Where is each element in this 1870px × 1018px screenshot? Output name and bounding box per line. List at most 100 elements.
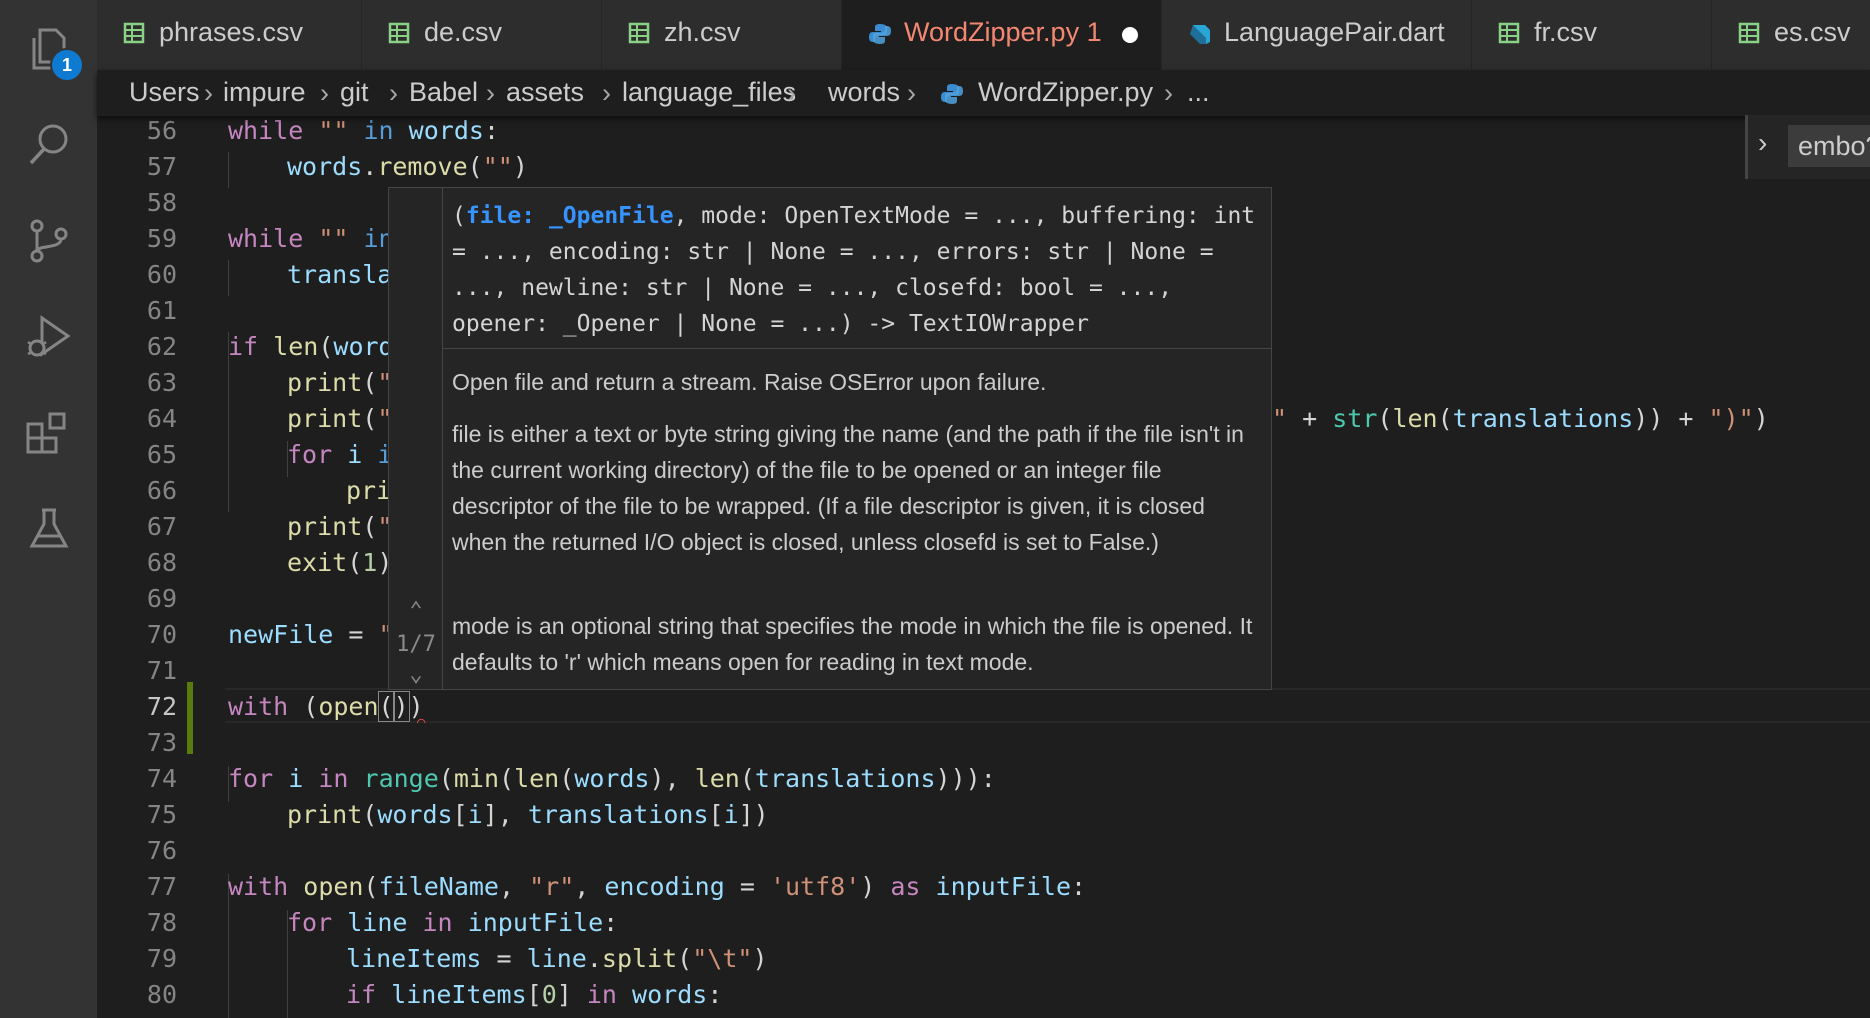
indent-guide [228, 260, 229, 296]
code-line[interactable]: while "" in [228, 224, 394, 253]
code-token: line [347, 908, 408, 937]
code-line[interactable]: print(" [287, 404, 392, 433]
code-token: len [1392, 404, 1438, 433]
code-line[interactable]: print(" [287, 368, 392, 397]
tab-languagepair-dart[interactable]: LanguagePair.dart [1162, 0, 1472, 70]
line-number: 60 [146, 260, 177, 289]
code-token: in [363, 116, 394, 145]
tab-zh-csv[interactable]: zh.csv [602, 0, 842, 70]
line-number: 59 [146, 224, 177, 253]
breadcrumb-item[interactable]: Babel [409, 77, 478, 108]
unsaved-dot-icon[interactable] [1122, 27, 1138, 43]
code-line[interactable]: print(" [287, 512, 392, 541]
code-line[interactable]: if len(word [228, 332, 394, 361]
tab-de-csv[interactable]: de.csv [362, 0, 602, 70]
line-number: 68 [146, 548, 177, 577]
tab-phrases-csv[interactable]: phrases.csv [97, 0, 362, 70]
breadcrumb-item[interactable]: language_files [622, 77, 796, 108]
breadcrumb-item[interactable]: assets [506, 77, 584, 108]
code-line[interactable]: pri [346, 476, 391, 505]
chevron-right-icon: › [602, 78, 611, 108]
code-line[interactable]: lineItems = line.split("\t") [346, 944, 768, 973]
chevron-down-icon[interactable]: ⌄ [389, 662, 443, 687]
code-line[interactable]: for i i [287, 440, 392, 469]
code-token: ))): [935, 764, 996, 793]
chevron-up-icon[interactable]: ⌃ [389, 598, 443, 623]
breadcrumb-item[interactable]: words [828, 77, 900, 108]
code-token: len [694, 764, 740, 793]
dart-icon [1190, 25, 1210, 44]
tab-wordzipper-py[interactable]: WordZipper.py 1 [842, 0, 1162, 70]
code-line[interactable]: newFile = " [228, 620, 394, 649]
indent-guide [228, 152, 229, 188]
code-token: words [408, 116, 484, 145]
code-line[interactable]: for line in inputFile: [287, 908, 618, 937]
tab-es-csv[interactable]: es.csv [1712, 0, 1870, 70]
code-token: in [422, 908, 453, 937]
code-token: = [724, 872, 770, 901]
code-line[interactable]: with open(fileName, "r", encoding = 'utf… [228, 872, 1086, 901]
code-token: + [1287, 404, 1333, 433]
python-icon [869, 24, 891, 44]
code-token: ) [752, 944, 768, 973]
code-token: translations [754, 764, 936, 793]
chevron-right-icon: › [1758, 127, 1768, 158]
tab-fr-csv[interactable]: fr.csv [1472, 0, 1712, 70]
code-token: print [287, 512, 363, 541]
code-line[interactable]: words.remove("") [287, 152, 528, 181]
outline-peek[interactable]: › embo? [1745, 115, 1870, 179]
code-line[interactable]: for i in range(min(len(words), len(trans… [228, 764, 996, 793]
code-token: : [707, 980, 723, 1009]
overload-navigator: ⌃ 1/7 ⌄ [389, 188, 443, 689]
code-token: ( [559, 764, 575, 793]
testing-button[interactable] [0, 480, 97, 576]
explorer-badge: 1 [50, 48, 84, 82]
code-token: "\t" [692, 944, 753, 973]
breadcrumb-item[interactable]: git [340, 77, 369, 108]
chevron-right-icon: › [907, 78, 916, 108]
chevron-right-icon: › [787, 78, 796, 108]
code-token: ( [362, 800, 378, 829]
code-token: lineItems [346, 944, 482, 973]
line-number: 65 [146, 440, 177, 469]
signature-open-paren: ( [452, 203, 466, 229]
line-number: 76 [146, 836, 177, 865]
code-token: ( [739, 764, 755, 793]
code-line[interactable]: print(words[i], translations[i]) [287, 800, 769, 829]
code-token: ( [318, 332, 334, 361]
code-token: words [574, 764, 650, 793]
code-token: ( [288, 692, 319, 721]
parameter-hints-widget[interactable]: ⌃ 1/7 ⌄ (file: _OpenFile, mode: OpenText… [388, 187, 1272, 690]
line-number: 58 [146, 188, 177, 217]
code-line[interactable]: exit(1) [287, 548, 392, 577]
code-token: lineItems [391, 980, 527, 1009]
breadcrumb-item[interactable]: ... [1187, 77, 1210, 108]
chevron-right-icon: › [486, 78, 495, 108]
code-line-current[interactable]: with (open()) [228, 691, 424, 722]
code-token: while [228, 116, 304, 145]
code-token: words [632, 980, 708, 1009]
chevron-right-icon: › [389, 78, 398, 108]
run-debug-button[interactable] [0, 288, 97, 384]
code-line[interactable]: transla [287, 260, 392, 289]
code-line[interactable]: while "" in words: [228, 116, 499, 145]
code-token: ( [1437, 404, 1453, 433]
breadcrumb-item[interactable]: WordZipper.py [978, 77, 1153, 108]
doc-paragraph: Open file and return a stream. Raise OSE… [452, 369, 1047, 395]
chevron-right-icon: › [1164, 78, 1173, 108]
code-line[interactable]: if lineItems[0] in words: [346, 980, 722, 1009]
code-line-tail[interactable]: " + str(len(translations)) + ")") [1272, 404, 1769, 433]
breadcrumb-item[interactable]: Users [129, 77, 200, 108]
code-token: len [514, 764, 560, 793]
breadcrumb-item[interactable]: impure [223, 77, 306, 108]
line-number: 64 [146, 404, 177, 433]
code-token: ( [677, 944, 693, 973]
explorer-button[interactable]: 1 [0, 0, 97, 96]
source-control-button[interactable] [0, 192, 97, 288]
extensions-button[interactable] [0, 384, 97, 480]
code-token: ( [467, 152, 483, 181]
current-line-highlight [225, 688, 1870, 723]
tab-label: phrases.csv [159, 17, 304, 47]
code-token: ) [512, 152, 528, 181]
search-button[interactable] [0, 96, 97, 192]
